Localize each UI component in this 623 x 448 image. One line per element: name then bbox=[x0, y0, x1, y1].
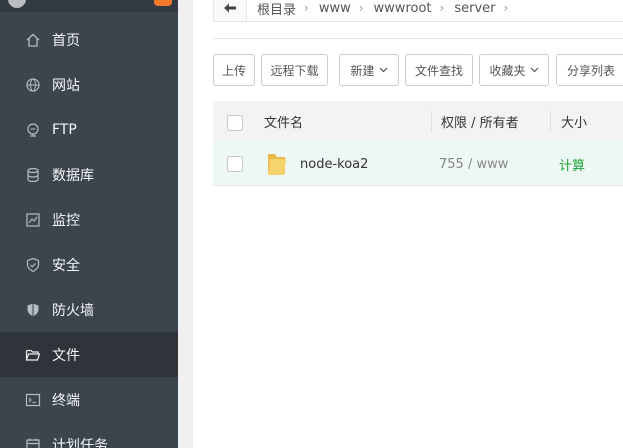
column-header-label: 文件名 bbox=[264, 116, 304, 131]
chevron-right-icon: › bbox=[304, 1, 309, 15]
divider bbox=[213, 38, 623, 39]
sidebar-item-label: 计划任务 bbox=[52, 437, 108, 448]
globe-icon bbox=[24, 76, 42, 94]
sidebar-item-label: 首页 bbox=[52, 32, 80, 49]
file-manager-panel: 根目录 › www › wwwroot › server › 上传 远程下载 新建 文件… bbox=[193, 0, 623, 448]
share-list-label: 分享列表 bbox=[566, 63, 615, 78]
calculate-size-link[interactable]: 计算 bbox=[559, 142, 585, 186]
sidebar-header bbox=[0, 0, 178, 12]
favorites-dropdown-button[interactable]: 收藏夹 bbox=[479, 54, 549, 86]
sidebar-item-label: FTP bbox=[52, 121, 77, 138]
file-name-link[interactable]: node-koa2 bbox=[300, 142, 368, 186]
column-divider bbox=[550, 111, 551, 132]
permissions-value: 755 / www bbox=[439, 156, 509, 172]
sidebar-item-label: 监控 bbox=[52, 212, 80, 229]
terminal-icon bbox=[24, 391, 42, 409]
arrow-left-icon bbox=[223, 0, 237, 18]
sidebar-item-files[interactable]: 文件 bbox=[0, 332, 178, 377]
sidebar-item-website[interactable]: 网站 bbox=[0, 62, 178, 107]
sidebar-item-terminal[interactable]: 终端 bbox=[0, 377, 178, 422]
firewall-shield-icon bbox=[24, 301, 42, 319]
breadcrumb-label: server bbox=[454, 0, 496, 16]
sidebar-item-ftp[interactable]: FTP bbox=[0, 107, 178, 152]
column-header-size[interactable]: 大小 bbox=[561, 101, 587, 142]
breadcrumb-label: www bbox=[318, 0, 351, 16]
chevron-right-icon: › bbox=[439, 1, 445, 15]
permissions-cell[interactable]: 755 / www bbox=[439, 142, 508, 186]
sidebar-item-cron[interactable]: 计划任务 bbox=[0, 422, 178, 448]
breadcrumb-label: 根目录 bbox=[257, 2, 297, 18]
file-name: node-koa2 bbox=[300, 156, 369, 172]
calendar-icon bbox=[24, 436, 42, 448]
home-icon bbox=[24, 31, 42, 49]
remote-download-button[interactable]: 远程下载 bbox=[261, 54, 328, 86]
select-all-checkbox[interactable] bbox=[227, 115, 243, 131]
back-button[interactable] bbox=[214, 0, 247, 21]
new-dropdown-button[interactable]: 新建 bbox=[339, 54, 399, 86]
breadcrumb-item[interactable]: www › bbox=[319, 1, 364, 16]
chevron-right-icon: › bbox=[358, 1, 364, 15]
share-list-button[interactable]: 分享列表 bbox=[556, 54, 623, 86]
column-header-name[interactable]: 文件名 bbox=[264, 101, 303, 142]
column-header-permissions[interactable]: 权限 / 所有者 bbox=[441, 101, 519, 142]
chevron-down-icon bbox=[530, 67, 539, 73]
monitor-icon bbox=[24, 211, 42, 229]
sidebar-item-label: 防火墙 bbox=[52, 302, 94, 319]
sidebar-item-firewall[interactable]: 防火墙 bbox=[0, 287, 178, 332]
ftp-icon bbox=[24, 121, 42, 139]
sidebar-item-home[interactable]: 首页 bbox=[0, 17, 178, 62]
notification-badge[interactable] bbox=[154, 0, 172, 6]
favorites-label: 收藏夹 bbox=[489, 63, 526, 78]
upload-label: 上传 bbox=[221, 63, 246, 78]
folder-icon bbox=[265, 142, 289, 186]
sidebar-item-label: 文件 bbox=[52, 347, 80, 364]
database-icon bbox=[24, 166, 42, 184]
table-row[interactable]: node-koa2 755 / www 计算 bbox=[213, 142, 623, 186]
chevron-down-icon bbox=[379, 67, 388, 73]
upload-button[interactable]: 上传 bbox=[213, 54, 255, 86]
size-value: 计算 bbox=[559, 158, 586, 174]
folder-open-icon bbox=[24, 346, 42, 364]
breadcrumb-item[interactable]: server › bbox=[454, 1, 508, 16]
logo-icon bbox=[8, 0, 26, 8]
row-checkbox[interactable] bbox=[227, 156, 243, 172]
remote-download-label: 远程下载 bbox=[270, 63, 319, 78]
column-header-label: 权限 / 所有者 bbox=[441, 116, 519, 131]
breadcrumb-item[interactable]: wwwroot › bbox=[374, 1, 445, 16]
sidebar-item-label: 数据库 bbox=[52, 167, 94, 184]
shield-check-icon bbox=[24, 256, 42, 274]
breadcrumb-item[interactable]: 根目录 › bbox=[257, 0, 309, 18]
column-divider bbox=[431, 111, 432, 132]
sidebar-item-label: 安全 bbox=[52, 257, 80, 274]
breadcrumb: 根目录 › www › wwwroot › server › bbox=[213, 0, 623, 22]
file-search-label: 文件查找 bbox=[414, 63, 463, 78]
file-search-button[interactable]: 文件查找 bbox=[405, 54, 473, 86]
file-table-header: 文件名 权限 / 所有者 大小 bbox=[213, 101, 623, 142]
new-label: 新建 bbox=[350, 63, 375, 78]
chevron-right-icon: › bbox=[503, 1, 509, 15]
sidebar: 首页 网站 FTP 数据库 监控 安全 防火墙 文件 终端 计划任务 bbox=[0, 0, 178, 448]
sidebar-item-label: 终端 bbox=[52, 392, 80, 409]
sidebar-item-security[interactable]: 安全 bbox=[0, 242, 178, 287]
sidebar-item-database[interactable]: 数据库 bbox=[0, 152, 178, 197]
sidebar-item-label: 网站 bbox=[52, 77, 80, 94]
breadcrumb-label: wwwroot bbox=[373, 0, 432, 16]
sidebar-item-monitor[interactable]: 监控 bbox=[0, 197, 178, 242]
column-header-label: 大小 bbox=[561, 116, 588, 131]
